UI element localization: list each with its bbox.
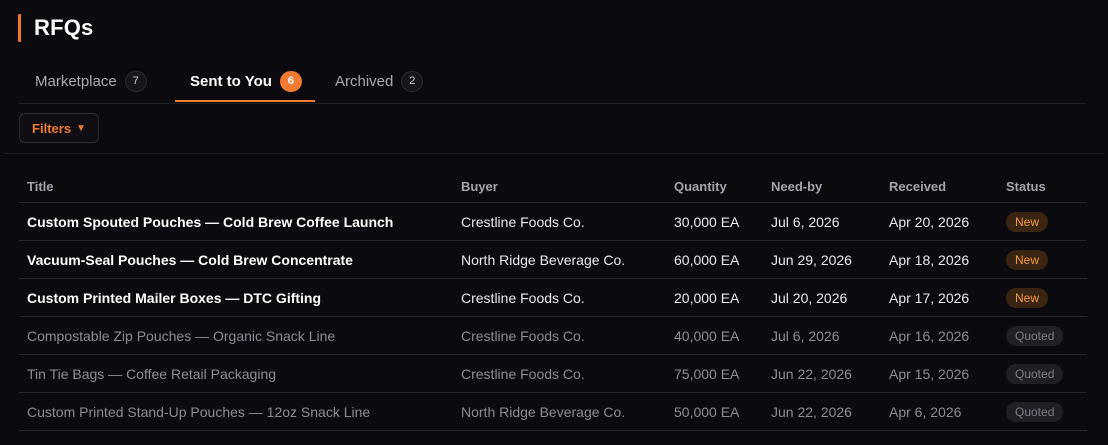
tab-label: Archived bbox=[335, 72, 394, 90]
rfq-status-cell: Quoted bbox=[998, 392, 1087, 431]
rfq-need-by: Jun 22, 2026 bbox=[763, 354, 881, 393]
status-badge: New bbox=[1006, 287, 1049, 308]
rfq-title[interactable]: Tin Tie Bags — Coffee Retail Packaging bbox=[19, 354, 453, 393]
tab-count-badge: 7 bbox=[124, 70, 147, 92]
rfq-buyer: Crestline Foods Co. bbox=[453, 278, 666, 317]
caret-down-icon: ▼ bbox=[76, 122, 86, 134]
tab-label: Marketplace bbox=[35, 72, 117, 90]
rfq-title[interactable]: Compostable Zip Pouches — Organic Snack … bbox=[19, 316, 453, 355]
rfq-quantity: 20,000 EA bbox=[666, 278, 763, 317]
status-badge: New bbox=[1006, 249, 1049, 270]
rfq-status-cell: New bbox=[998, 240, 1087, 279]
table-row[interactable]: Custom Printed Stand-Up Pouches — 12oz S… bbox=[19, 392, 1087, 431]
table-row[interactable]: Custom Spouted Pouches — Cold Brew Coffe… bbox=[19, 202, 1087, 241]
rfq-received: Apr 6, 2026 bbox=[881, 392, 998, 431]
rfq-need-by: Jul 20, 2026 bbox=[763, 278, 881, 317]
status-badge: Quoted bbox=[1006, 363, 1064, 384]
filters-label: Filters bbox=[32, 120, 72, 136]
tab-count-badge: 2 bbox=[401, 70, 424, 92]
active-tab-indicator bbox=[175, 100, 315, 102]
table-row[interactable]: Vacuum-Seal Pouches — Cold Brew Concentr… bbox=[19, 240, 1087, 279]
status-badge: Quoted bbox=[1006, 401, 1064, 422]
status-badge: Quoted bbox=[1006, 325, 1064, 346]
rfq-need-by: Jun 29, 2026 bbox=[763, 240, 881, 279]
rfq-title[interactable]: Custom Spouted Pouches — Cold Brew Coffe… bbox=[19, 202, 453, 241]
rfq-quantity: 40,000 EA bbox=[666, 316, 763, 355]
column-header-quantity[interactable]: Quantity bbox=[666, 170, 763, 203]
rfq-status-cell: New bbox=[998, 278, 1087, 317]
rfq-title[interactable]: Custom Printed Mailer Boxes — DTC Giftin… bbox=[19, 278, 453, 317]
tab-marketplace[interactable]: Marketplace 7 bbox=[35, 60, 147, 102]
rfq-received: Apr 16, 2026 bbox=[881, 316, 998, 355]
table-row[interactable]: Compostable Zip Pouches — Organic Snack … bbox=[19, 316, 1087, 355]
rfq-buyer: North Ridge Beverage Co. bbox=[453, 392, 666, 431]
table-header-row: Title Buyer Quantity Need-by Received St… bbox=[19, 170, 1087, 203]
rfq-quantity: 50,000 EA bbox=[666, 392, 763, 431]
rfq-table: Title Buyer Quantity Need-by Received St… bbox=[19, 170, 1087, 431]
rfq-title[interactable]: Vacuum-Seal Pouches — Cold Brew Concentr… bbox=[19, 240, 453, 279]
rfq-status-cell: Quoted bbox=[998, 354, 1087, 393]
section-divider bbox=[4, 153, 1104, 154]
page-header: RFQs bbox=[18, 14, 93, 42]
rfq-title[interactable]: Custom Printed Stand-Up Pouches — 12oz S… bbox=[19, 392, 453, 431]
rfq-quantity: 30,000 EA bbox=[666, 202, 763, 241]
rfq-buyer: Crestline Foods Co. bbox=[453, 202, 666, 241]
column-header-title[interactable]: Title bbox=[19, 170, 453, 203]
page-title: RFQs bbox=[34, 15, 94, 40]
column-header-buyer[interactable]: Buyer bbox=[453, 170, 666, 203]
rfq-received: Apr 17, 2026 bbox=[881, 278, 998, 317]
rfq-quantity: 75,000 EA bbox=[666, 354, 763, 393]
rfq-buyer: Crestline Foods Co. bbox=[453, 354, 666, 393]
column-header-need-by[interactable]: Need-by bbox=[763, 170, 881, 203]
rfq-status-cell: New bbox=[998, 202, 1087, 241]
tab-bar: Marketplace 7 Sent to You 6 Archived 2 bbox=[19, 60, 1087, 104]
rfq-buyer: North Ridge Beverage Co. bbox=[453, 240, 666, 279]
tab-sent-to-you[interactable]: Sent to You 6 bbox=[190, 60, 302, 102]
tab-archived[interactable]: Archived 2 bbox=[335, 60, 424, 102]
rfq-need-by: Jul 6, 2026 bbox=[763, 316, 881, 355]
status-badge: New bbox=[1006, 211, 1049, 232]
rfq-received: Apr 15, 2026 bbox=[881, 354, 998, 393]
rfq-need-by: Jun 22, 2026 bbox=[763, 392, 881, 431]
rfq-status-cell: Quoted bbox=[998, 316, 1087, 355]
filters-button[interactable]: Filters ▼ bbox=[19, 113, 99, 143]
tab-count-badge: 6 bbox=[279, 70, 302, 92]
rfq-buyer: Crestline Foods Co. bbox=[453, 316, 666, 355]
title-accent-bar bbox=[18, 14, 21, 42]
rfq-quantity: 60,000 EA bbox=[666, 240, 763, 279]
tab-label: Sent to You bbox=[190, 72, 272, 90]
rfq-need-by: Jul 6, 2026 bbox=[763, 202, 881, 241]
column-header-status[interactable]: Status bbox=[998, 170, 1087, 203]
column-header-received[interactable]: Received bbox=[881, 170, 998, 203]
rfq-received: Apr 18, 2026 bbox=[881, 240, 998, 279]
table-row[interactable]: Custom Printed Mailer Boxes — DTC Giftin… bbox=[19, 278, 1087, 317]
rfq-received: Apr 20, 2026 bbox=[881, 202, 998, 241]
table-row[interactable]: Tin Tie Bags — Coffee Retail Packaging C… bbox=[19, 354, 1087, 393]
